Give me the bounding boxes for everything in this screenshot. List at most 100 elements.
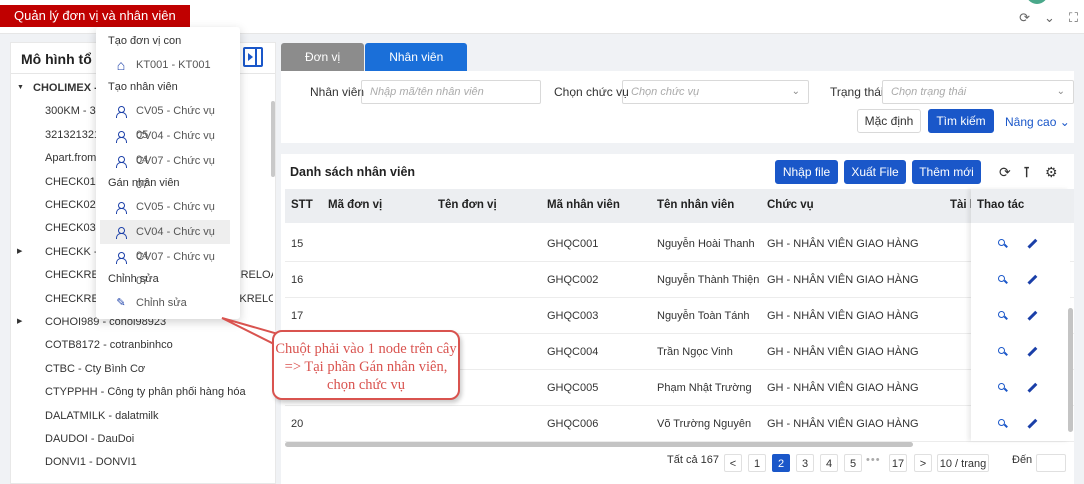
tree-node[interactable]: DONVI1 - DONVI1: [11, 451, 273, 473]
export-button[interactable]: Xuất File: [844, 160, 906, 184]
context-menu-item[interactable]: ✎ Chỉnh sửa: [100, 291, 230, 315]
table-row[interactable]: 16 GHQC002 Nguyễn Thành Thiện GH - NHÂN VIÊ…: [285, 262, 1074, 298]
context-group-title: Chỉnh sửa: [108, 273, 159, 285]
context-group-title: Tạo nhân viên: [108, 81, 178, 93]
goto-label: Đến: [1012, 454, 1033, 466]
cell-position: GH - NHÂN VIÊN GIAO HÀNG: [767, 274, 919, 286]
edit-icon[interactable]: [1027, 347, 1037, 357]
home-icon: ⌂: [116, 57, 126, 73]
cell-position: GH - NHÂN VIÊN GIAO HÀNG: [767, 346, 919, 358]
table-row[interactable]: 17 GHQC003 Nguyễn Toàn Tánh GH - NHÂN VIÊN …: [285, 298, 1074, 334]
context-menu-item[interactable]: ⌂ KT001 - KT001: [100, 53, 230, 77]
fullscreen-icon[interactable]: ⛶: [1069, 10, 1078, 26]
tree-node-label: DAUDOI - DauDoi: [45, 433, 135, 445]
edit-icon[interactable]: [1027, 275, 1037, 285]
pagination-prev[interactable]: <: [724, 454, 742, 472]
pagination-page[interactable]: 1: [748, 454, 766, 472]
view-icon[interactable]: [998, 383, 1008, 393]
goto-page-input[interactable]: [1036, 454, 1066, 472]
default-button[interactable]: Mặc định: [857, 109, 921, 133]
col-position: Chức vụ: [767, 199, 814, 211]
cell-code: GHQC001: [547, 238, 599, 250]
cell-position: GH - NHÂN VIÊN GIAO HÀNG: [767, 238, 919, 250]
add-button[interactable]: Thêm mới: [912, 160, 981, 184]
context-menu-item[interactable]: CV04 - Chức vụ 04: [100, 220, 230, 262]
position-select[interactable]: Chọn chức vụ ⌄: [622, 80, 809, 104]
position-label: Chọn chức vụ: [554, 85, 629, 99]
user-icon: [114, 220, 128, 246]
employee-label: Nhân viên: [310, 85, 365, 99]
context-menu-item[interactable]: CV07 - Chức vụ 07: [100, 245, 230, 287]
table-row[interactable]: 20 GHQC006 Võ Trường Nguyên GH - NHÂN VIÊN …: [285, 406, 1074, 442]
tab-employees[interactable]: Nhân viên: [365, 43, 468, 71]
status-select[interactable]: Chọn trạng thái ⌄: [882, 80, 1074, 104]
view-icon[interactable]: [998, 239, 1008, 249]
context-menu-item[interactable]: CV05 - Chức vụ 05: [100, 99, 230, 141]
user-icon: [114, 149, 128, 175]
horizontal-scrollbar[interactable]: [285, 442, 913, 447]
cell-stt: 16: [291, 274, 304, 286]
pagination-page[interactable]: 5: [844, 454, 862, 472]
tree-scrollbar[interactable]: [271, 101, 275, 177]
pagination-next[interactable]: >: [914, 454, 932, 472]
context-menu-item-label: CV07 - Chức vụ 07: [136, 155, 215, 191]
pagination-last[interactable]: 17: [889, 454, 907, 472]
top-icons: ⟳ ⌄ ⛶: [1019, 10, 1078, 26]
settings-icon[interactable]: ⚙: [1045, 164, 1058, 181]
avatar[interactable]: [1026, 0, 1048, 4]
edit-icon[interactable]: [1027, 311, 1037, 321]
context-menu-item[interactable]: CV07 - Chức vụ 07: [100, 149, 230, 191]
edit-icon[interactable]: [1027, 419, 1037, 429]
edit-icon[interactable]: [1027, 383, 1037, 393]
tree-node[interactable]: DAUDOI - DauDoi: [11, 428, 273, 450]
page-size-select[interactable]: 10 / trang: [937, 454, 989, 472]
tab-units[interactable]: Đơn vị: [281, 43, 365, 71]
cell-code: GHQC004: [547, 346, 599, 358]
refresh-icon[interactable]: ⟳: [1019, 10, 1030, 26]
view-icon[interactable]: [998, 347, 1008, 357]
pagination-page[interactable]: 4: [820, 454, 838, 472]
chevron-down-icon: ⌄: [1056, 86, 1065, 97]
refresh-icon[interactable]: ⟳: [999, 164, 1011, 181]
context-menu-item[interactable]: CV04 - Chức vụ 04: [100, 124, 230, 166]
advanced-link[interactable]: Nâng cao ⌄: [1005, 115, 1070, 129]
col-unit-code: Mã đơn vị: [328, 199, 383, 211]
caret-right-icon[interactable]: ▶: [17, 311, 22, 333]
employee-search-input[interactable]: Nhập mã/tên nhân viên: [361, 80, 541, 104]
user-icon: [114, 195, 128, 221]
collapse-panel-icon[interactable]: [243, 47, 263, 67]
caret-down-icon[interactable]: ▼: [17, 77, 24, 99]
edit-icon[interactable]: [1027, 239, 1037, 249]
tree-node[interactable]: CTBC - Cty Bình Cơ: [11, 358, 273, 380]
cell-stt: 17: [291, 310, 304, 322]
chevron-down-icon[interactable]: ⌄: [1044, 10, 1055, 26]
import-button[interactable]: Nhập file: [775, 160, 838, 184]
tree-node[interactable]: DALATMILK - dalatmilk: [11, 405, 273, 427]
col-actions: Thao tác: [977, 199, 1025, 211]
tree-node[interactable]: COTB8172 - cotranbinhco: [11, 334, 273, 356]
action-column: Thao tác: [971, 189, 1070, 441]
cell-name: Nguyễn Thành Thiện: [657, 274, 760, 286]
caret-right-icon[interactable]: ▶: [17, 241, 22, 263]
cell-name: Võ Trường Nguyên: [657, 418, 752, 430]
vertical-scrollbar[interactable]: [1068, 308, 1073, 432]
cell-code: GHQC003: [547, 310, 599, 322]
view-icon[interactable]: [998, 419, 1008, 429]
tree-node[interactable]: CTYPPHH - Công ty phân phối hàng hóa: [11, 381, 273, 403]
app-title: Quản lý đơn vị và nhân viên: [0, 5, 190, 27]
context-menu: Tạo đơn vị con ⌂ KT001 - KT001 Tạo nhân viê…: [96, 27, 240, 319]
pagination-dots[interactable]: •••: [866, 454, 881, 466]
pagination-page[interactable]: 3: [796, 454, 814, 472]
col-employee-code: Mã nhân viên: [547, 199, 620, 211]
cell-name: Nguyễn Hoài Thanh: [657, 238, 755, 250]
context-menu-item-label: Chỉnh sửa: [136, 297, 187, 309]
view-icon[interactable]: [998, 311, 1008, 321]
col-employee-name: Tên nhân viên: [657, 199, 735, 211]
context-menu-item-label: CV07 - Chức vụ 07: [136, 251, 215, 287]
context-menu-item[interactable]: CV05 - Chức vụ 05: [100, 195, 230, 237]
view-icon[interactable]: [998, 275, 1008, 285]
pagination-page[interactable]: 2: [772, 454, 790, 472]
search-button[interactable]: Tìm kiếm: [928, 109, 994, 133]
table-row[interactable]: 15 GHQC001 Nguyễn Hoài Thanh GH - NHÂN VIÊN…: [285, 226, 1074, 262]
column-height-icon[interactable]: ⊺: [1023, 164, 1030, 181]
